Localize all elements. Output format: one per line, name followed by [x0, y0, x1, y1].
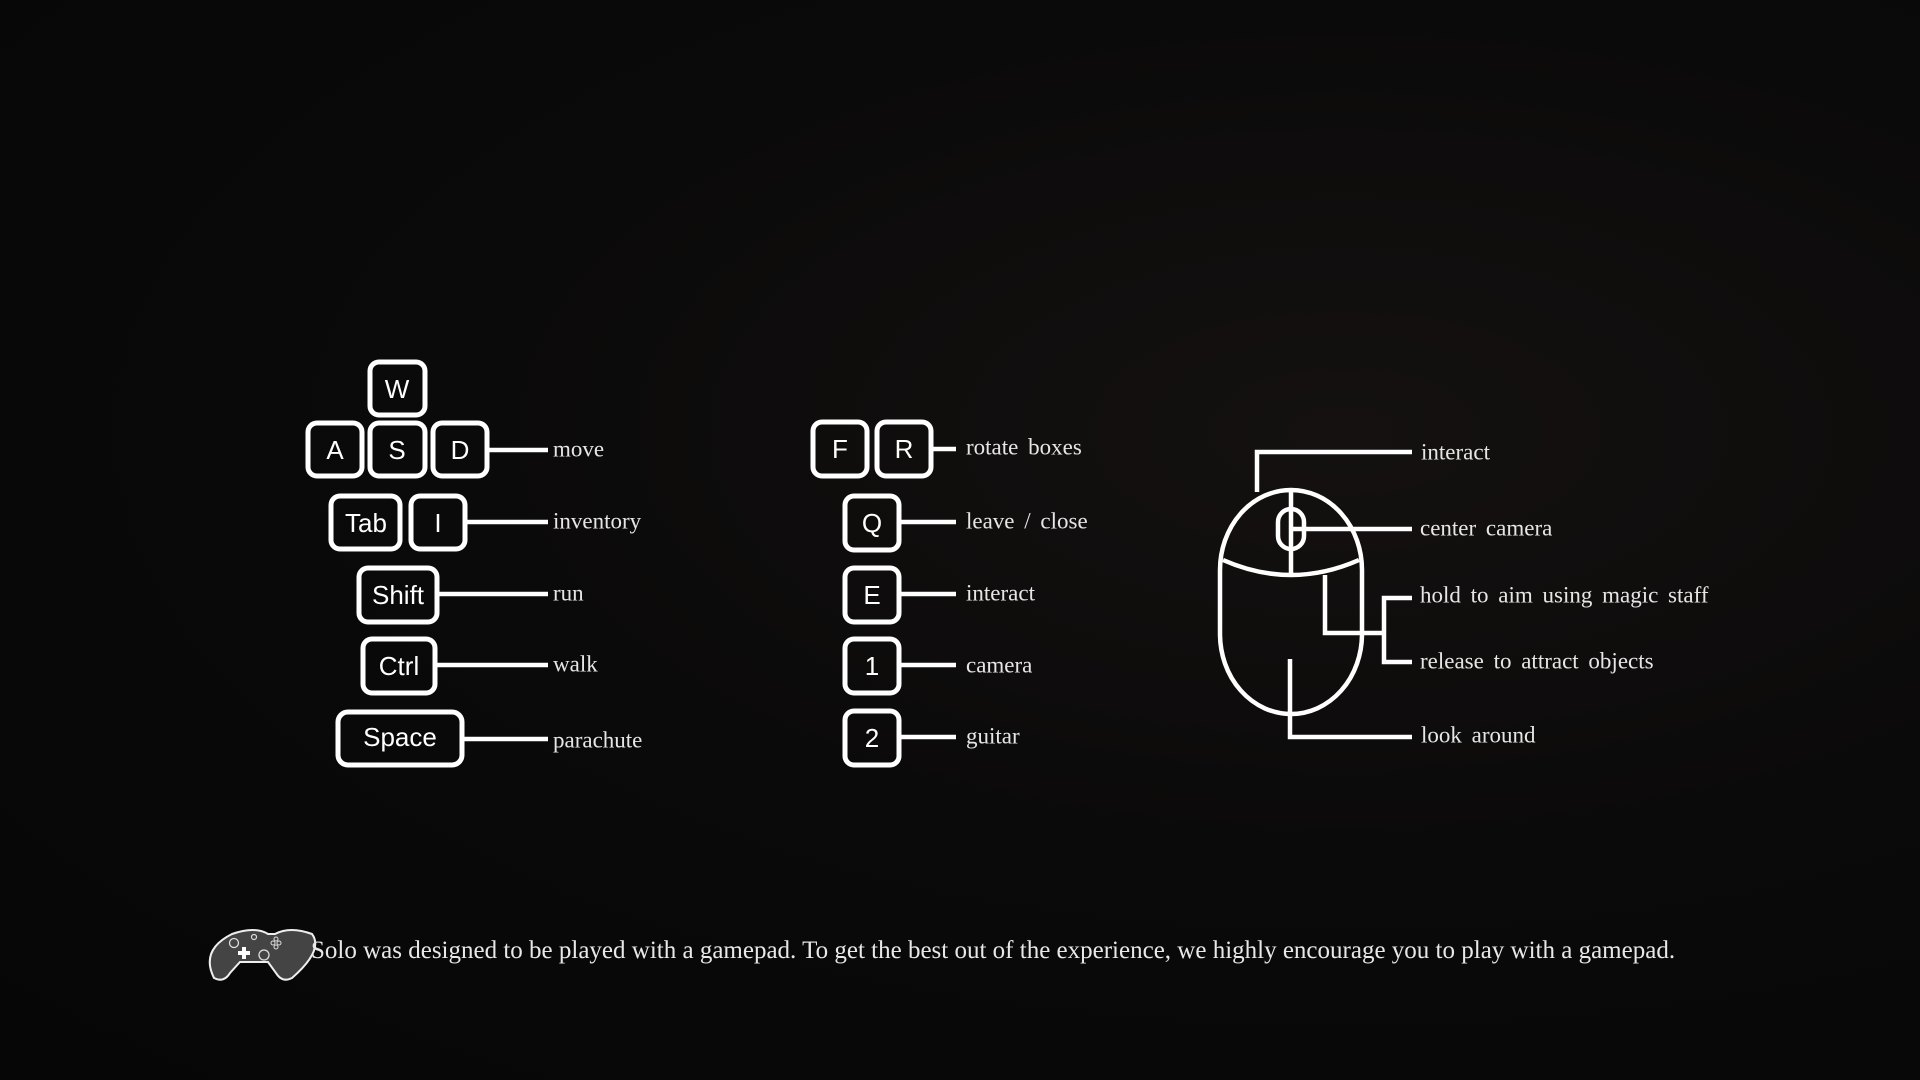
label-move: move	[553, 437, 604, 462]
label-rotate-boxes: rotate boxes	[966, 435, 1082, 460]
label-leave-close: leave / close	[966, 509, 1088, 534]
key-q: Q	[842, 493, 902, 553]
key-i: I	[408, 493, 468, 552]
svg-text:1: 1	[865, 651, 879, 681]
controls-diagram: W A S D move Tab I inventory Shift run C…	[208, 359, 1709, 981]
key-s: S	[367, 420, 428, 479]
gamepad-recommendation-note: Solo was designed to be played with a ga…	[311, 937, 1676, 964]
svg-text:2: 2	[865, 723, 879, 753]
svg-text:R: R	[895, 434, 914, 464]
key-space: Space	[335, 709, 465, 768]
gamepad-icon	[208, 929, 317, 981]
label-center-camera: center camera	[1420, 516, 1552, 541]
key-shift: Shift	[356, 565, 440, 625]
key-e: E	[842, 565, 902, 625]
svg-text:Shift: Shift	[372, 580, 425, 610]
label-look-around: look around	[1421, 723, 1536, 748]
svg-text:F: F	[832, 434, 848, 464]
key-tab: Tab	[328, 493, 403, 552]
svg-text:S: S	[388, 435, 405, 465]
key-w: W	[367, 359, 428, 418]
svg-text:D: D	[451, 435, 470, 465]
key-2: 2	[842, 708, 902, 768]
key-1: 1	[842, 636, 902, 696]
label-release-attract: release to attract objects	[1420, 649, 1654, 674]
label-interact: interact	[966, 581, 1036, 606]
label-inventory: inventory	[553, 509, 642, 534]
key-a: A	[305, 420, 365, 479]
label-mouse-interact: interact	[1421, 440, 1491, 465]
label-walk: walk	[553, 652, 598, 677]
key-f: F	[810, 419, 870, 479]
svg-text:E: E	[863, 580, 880, 610]
svg-text:A: A	[326, 435, 344, 465]
svg-text:Space: Space	[363, 722, 437, 752]
label-parachute: parachute	[553, 728, 642, 753]
svg-text:I: I	[434, 508, 441, 538]
svg-text:W: W	[385, 374, 410, 404]
label-guitar: guitar	[966, 724, 1020, 749]
svg-text:Ctrl: Ctrl	[379, 651, 419, 681]
label-run: run	[553, 581, 584, 606]
label-camera: camera	[966, 653, 1032, 678]
svg-text:Tab: Tab	[345, 508, 387, 538]
key-r: R	[874, 419, 934, 479]
label-hold-aim: hold to aim using magic staff	[1420, 583, 1709, 608]
key-d: D	[430, 420, 490, 479]
svg-text:Q: Q	[862, 508, 882, 538]
key-ctrl: Ctrl	[360, 636, 438, 696]
